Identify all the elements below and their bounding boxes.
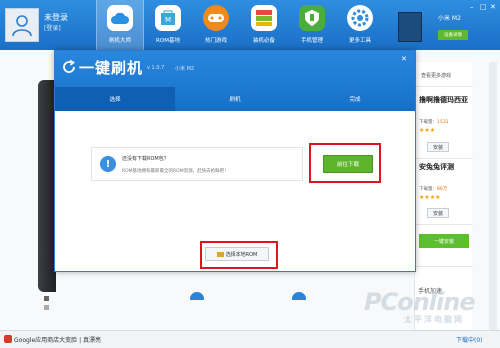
nav-phone-manager[interactable]: 手机管理 [288, 0, 336, 50]
svg-text:M: M [165, 16, 171, 24]
device-thumbnail [398, 12, 422, 42]
step-flash: 刷机 [229, 97, 241, 103]
login-link[interactable]: [登录] [44, 24, 68, 34]
nav-hot-games[interactable]: 热门游戏 [192, 0, 240, 50]
step-arrow [159, 87, 167, 111]
gear-icon [347, 5, 373, 31]
step-done: 完成 [349, 97, 361, 103]
nav-flash-master[interactable]: 刷机大师 [96, 0, 144, 50]
minimize-icon[interactable]: – [470, 3, 474, 11]
info-box: ! 还没有下载ROM包？ ROM基地拥有最新最全的ROM资源，赶快去抢鲜吧！ [91, 147, 303, 181]
game-rating: ★★★★ [419, 194, 441, 201]
info-title: 还没有下载ROM包？ [122, 156, 169, 162]
status-bar: Google应用商店大变脸 | 真漂亮 下载中(0) [0, 330, 500, 348]
refresh-icon [63, 59, 75, 73]
dialog-close-icon[interactable]: ✕ [401, 55, 407, 63]
device-details-button[interactable]: 设备详情 [438, 30, 468, 40]
scrollbar[interactable] [489, 62, 497, 330]
step-select: 选择 [55, 87, 175, 111]
user-info: 未登录 [登录] [44, 12, 68, 34]
divider [415, 86, 473, 87]
nav-rom-base[interactable]: M ROM基地 [144, 0, 192, 50]
folder-icon [216, 251, 224, 257]
app-grid-icon [251, 5, 277, 31]
game-downloads: 下载量：86万 [419, 187, 448, 192]
user-icon [12, 15, 32, 37]
gamepad-icon [203, 5, 229, 31]
download-center-button[interactable]: 下载中(0) [456, 335, 483, 344]
divider [415, 158, 473, 159]
nav-essentials[interactable]: 装机必备 [240, 0, 288, 50]
news-ticker[interactable]: Google应用商店大变脸 | 真漂亮 [14, 335, 101, 344]
dialog-header: 一键刷机 v 1.0.7 小米 M2 ✕ 选择 刷机 完成 [55, 51, 415, 111]
game-rating: ★★★ [419, 127, 436, 134]
main-nav: 刷机大师 M ROM基地 热门游戏 装机必备 手机管理 更多工具 [96, 0, 384, 50]
bg-indicator [44, 305, 49, 310]
step-bar: 选择 刷机 完成 [55, 87, 415, 111]
user-name: 未登录 [44, 13, 68, 22]
game-name[interactable]: 安兔兔评测 [419, 162, 473, 173]
nav-more-tools[interactable]: 更多工具 [336, 0, 384, 50]
rom-bag-icon: M [155, 5, 181, 31]
watermark-logo: PConline [364, 288, 476, 316]
cloud-icon [107, 5, 133, 31]
maximize-icon[interactable]: □ [480, 3, 487, 11]
shield-icon [299, 5, 325, 31]
game-downloads: 下载量：1531 [419, 120, 449, 125]
avatar[interactable] [5, 8, 39, 42]
device-name: 小米 M2 [438, 15, 461, 22]
window-close-icon[interactable]: ✕ [490, 3, 496, 11]
dialog-title: 一键刷机 [79, 59, 144, 77]
version-label: v 1.0.7 [147, 65, 165, 71]
divider [415, 266, 473, 267]
device-model-label: 小米 M2 [175, 66, 195, 72]
news-icon [4, 335, 12, 343]
divider [415, 224, 473, 225]
info-description: ROM基地拥有最新最全的ROM资源，赶快去抢鲜吧！ [122, 169, 229, 174]
bg-circle-icon [292, 292, 306, 300]
game-name[interactable]: 撸啊撸德玛西亚 [419, 95, 473, 106]
install-button[interactable]: 安装 [427, 142, 449, 152]
flash-dialog: 一键刷机 v 1.0.7 小米 M2 ✕ 选择 刷机 完成 ! 还没有下载ROM… [54, 50, 416, 272]
install-button[interactable]: 安装 [427, 208, 449, 218]
info-icon: ! [100, 156, 116, 172]
go-download-button[interactable]: 前往下载 [323, 155, 373, 173]
top-toolbar: 未登录 [登录] 刷机大师 M ROM基地 热门游戏 装机必备 手机管理 更多工… [0, 0, 500, 50]
bg-indicator [44, 296, 49, 301]
more-games-link[interactable]: 查看更多游戏 [421, 72, 451, 79]
watermark-subtitle: 太平洋电脑网 [404, 315, 464, 324]
select-local-rom-button[interactable]: 选择本地ROM [205, 247, 269, 261]
bg-circle-icon [190, 292, 204, 300]
one-click-install-button[interactable]: 一键安装 [419, 234, 469, 248]
